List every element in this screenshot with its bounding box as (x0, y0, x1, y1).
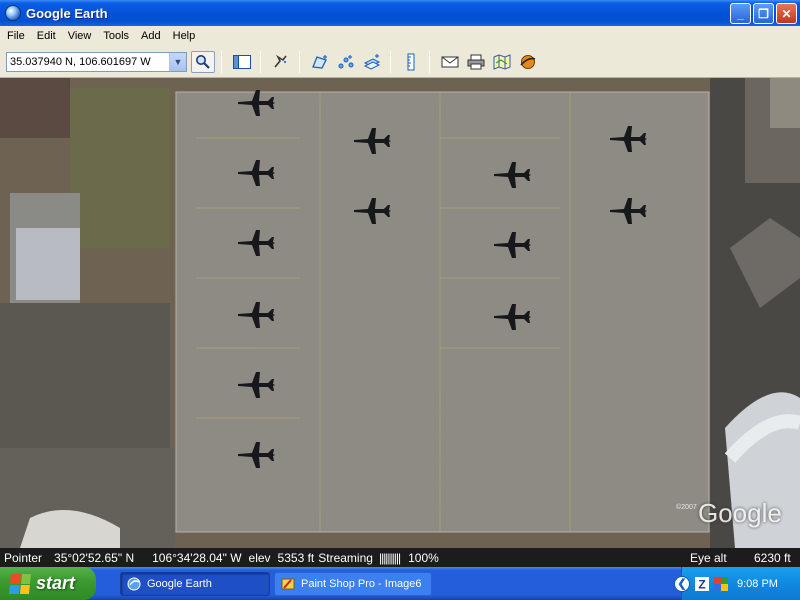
pointer-longitude: 106°34'28.04" W (152, 550, 242, 565)
map-view[interactable]: ©2007 Google (0, 78, 800, 548)
menu-add[interactable]: Add (135, 30, 167, 42)
pointer-label: Pointer (4, 550, 43, 565)
eye-alt-value: 6230 ft (754, 550, 791, 565)
print-button[interactable] (464, 51, 488, 73)
menu-edit[interactable]: Edit (31, 30, 62, 42)
polygon-icon (312, 54, 327, 69)
email-button[interactable] (438, 51, 462, 73)
placemark-icon (274, 54, 287, 68)
google-watermark: Google (698, 498, 782, 528)
coordinates-input[interactable] (7, 55, 167, 68)
streaming-percent: 100% (408, 550, 439, 565)
zonealarm-icon[interactable]: Z (694, 576, 710, 592)
show-hidden-icons-button[interactable]: ❮ (674, 575, 690, 592)
toolbar-separator (260, 50, 261, 73)
clock[interactable]: 9:08 PM (737, 578, 778, 590)
sidebar-toggle-button[interactable] (230, 51, 254, 73)
maps-icon (493, 53, 511, 70)
sky-button[interactable] (516, 51, 540, 73)
svg-text:Z: Z (698, 577, 705, 591)
window-title: Google Earth (26, 5, 108, 21)
menu-view[interactable]: View (62, 30, 98, 42)
elevation-value: 5353 ft (277, 550, 315, 565)
pointer-latitude: 35°02'52.65" N (54, 550, 135, 565)
menu-help[interactable]: Help (167, 30, 202, 42)
toolbar-separator (390, 50, 391, 73)
add-polygon-button[interactable] (308, 51, 332, 73)
overlay-icon (363, 53, 381, 70)
menu-file[interactable]: File (1, 30, 31, 42)
antivirus-icon[interactable] (713, 576, 729, 592)
taskbar-item-label: Google Earth (147, 577, 212, 590)
toolbar-separator (429, 50, 430, 73)
add-placemark-button[interactable] (269, 51, 293, 73)
elev-label: elev (248, 550, 271, 565)
toolbar-separator (299, 50, 300, 73)
windows-logo-icon (8, 573, 32, 594)
close-button[interactable]: ✕ (776, 3, 797, 24)
paint-shop-pro-icon (281, 578, 295, 589)
add-path-button[interactable] (334, 51, 358, 73)
taskbar-item-paint-shop-pro[interactable]: Paint Shop Pro - Image6 (274, 571, 432, 596)
ruler-icon (407, 53, 415, 70)
system-tray: ❮ Z 9:08 PM (674, 567, 800, 600)
menu-bar: File Edit View Tools Add Help (0, 26, 800, 46)
streaming-label: Streaming (318, 550, 373, 565)
search-button[interactable] (191, 50, 215, 73)
status-bar: Pointer 35°02'52.65" N 106°34'28.04" W e… (0, 548, 800, 567)
title-bar: Google Earth _ ❐ ✕ (0, 0, 800, 26)
google-earth-icon (5, 5, 21, 21)
google-earth-icon (127, 577, 141, 590)
maximize-button[interactable]: ❐ (753, 3, 774, 24)
start-button[interactable]: start (0, 567, 96, 600)
taskbar-item-label: Paint Shop Pro - Image6 (301, 577, 422, 590)
taskbar: start Google Earth Paint Shop Pro - Imag… (0, 567, 800, 600)
path-icon (338, 54, 354, 68)
search-icon (196, 54, 210, 69)
eye-alt-label: Eye alt (690, 550, 727, 565)
toolbar-separator (221, 50, 222, 73)
chevron-down-icon[interactable]: ▼ (169, 52, 186, 71)
imagery-copyright: ©2007 (676, 504, 697, 511)
ruler-button[interactable] (399, 51, 423, 73)
print-icon (467, 54, 485, 69)
taskbar-item-google-earth[interactable]: Google Earth (120, 571, 270, 596)
menu-tools[interactable]: Tools (97, 30, 135, 42)
coordinates-combobox[interactable]: ▼ (6, 51, 187, 72)
toolbar: ▼ (0, 46, 800, 78)
start-label: start (36, 573, 76, 593)
minimize-button[interactable]: _ (730, 3, 751, 24)
add-overlay-button[interactable] (360, 51, 384, 73)
streaming-progress: |||||||||| (378, 550, 401, 565)
maps-button[interactable] (490, 51, 514, 73)
window-controls: _ ❐ ✕ (730, 3, 797, 24)
email-icon (441, 56, 459, 67)
satellite-imagery[interactable] (0, 78, 800, 548)
sky-icon (520, 54, 536, 69)
sidebar-toggle-icon (233, 54, 251, 69)
